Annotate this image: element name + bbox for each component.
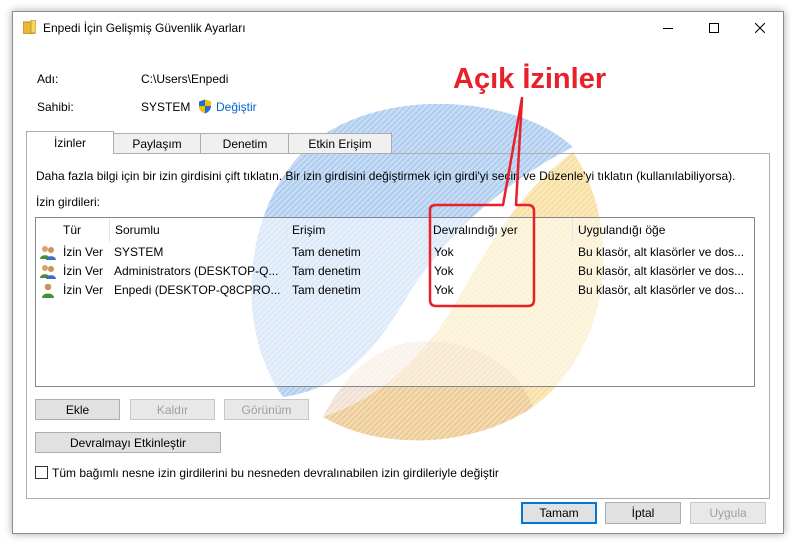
tab-auditing[interactable]: Denetim: [200, 133, 290, 153]
annotation-label: Açık İzinler: [453, 63, 607, 95]
change-owner-link[interactable]: Değiştir: [198, 99, 257, 114]
user-group-icon: [40, 246, 56, 260]
close-icon: [755, 22, 765, 33]
replace-child-permissions-label[interactable]: Tüm bağımlı nesne izin girdilerini bu ne…: [52, 466, 499, 480]
tab-permissions[interactable]: İzinler: [26, 131, 114, 154]
table-row[interactable]: İzin Ver Administrators (DESKTOP-Q... Ta…: [36, 262, 752, 281]
permission-entries-list[interactable]: Tür Sorumlu Erişim Devralındığı yer Uygu…: [35, 217, 755, 387]
inherited-cell: Yok: [434, 264, 454, 278]
principal-cell: SYSTEM: [114, 245, 164, 259]
apply-button[interactable]: Uygula: [690, 502, 766, 524]
principal-cell: Administrators (DESKTOP-Q...: [114, 264, 279, 278]
table-row[interactable]: İzin Ver SYSTEM Tam denetim Yok Bu klasö…: [36, 243, 752, 262]
user-group-icon: [40, 265, 56, 279]
cancel-button[interactable]: İptal: [605, 502, 681, 524]
tab-effective-access[interactable]: Etkin Erişim: [288, 133, 392, 153]
column-header-access[interactable]: Erişim: [287, 218, 428, 242]
table-row[interactable]: İzin Ver Enpedi (DESKTOP-Q8CPRO... Tam d…: [36, 281, 752, 300]
user-icon: [42, 283, 54, 298]
name-label: Adı:: [37, 72, 59, 86]
type-cell: İzin Ver: [63, 283, 104, 297]
view-button[interactable]: Görünüm: [224, 399, 309, 420]
access-cell: Tam denetim: [292, 283, 361, 297]
name-value: C:\Users\Enpedi: [141, 72, 229, 86]
folder-icon: [23, 20, 36, 34]
inherited-cell: Yok: [434, 283, 454, 297]
principal-cell: Enpedi (DESKTOP-Q8CPRO...: [114, 283, 281, 297]
entries-label: İzin girdileri:: [36, 195, 101, 209]
applies-cell: Bu klasör, alt klasörler ve dos...: [578, 245, 745, 259]
remove-button[interactable]: Kaldır: [130, 399, 215, 420]
title-bar[interactable]: Enpedi İçin Gelişmiş Güvenlik Ayarları: [13, 12, 783, 43]
column-header-inherited-from[interactable]: Devralındığı yer: [428, 218, 573, 242]
access-cell: Tam denetim: [292, 245, 361, 259]
minimize-button[interactable]: [645, 12, 691, 43]
description-text: Daha fazla bilgi için bir izin girdisini…: [36, 169, 736, 183]
enable-inheritance-button[interactable]: Devralmayı Etkinleştir: [35, 432, 221, 453]
owner-label: Sahibi:: [37, 100, 74, 114]
change-owner-link-text[interactable]: Değiştir: [216, 100, 257, 114]
tab-sharing[interactable]: Paylaşım: [112, 133, 202, 153]
close-button[interactable]: [737, 12, 783, 43]
owner-value: SYSTEM: [141, 100, 191, 114]
inherited-cell: Yok: [434, 245, 454, 259]
applies-cell: Bu klasör, alt klasörler ve dos...: [578, 283, 745, 297]
column-header-principal[interactable]: Sorumlu: [110, 218, 287, 242]
column-header-type[interactable]: Tür: [58, 218, 110, 242]
column-header-applies-to[interactable]: Uygulandığı öğe: [573, 218, 752, 242]
window-title: Enpedi İçin Gelişmiş Güvenlik Ayarları: [43, 21, 246, 35]
maximize-button[interactable]: [691, 12, 737, 43]
type-cell: İzin Ver: [63, 245, 104, 259]
maximize-icon: [709, 22, 719, 33]
add-button[interactable]: Ekle: [35, 399, 120, 420]
replace-child-permissions-checkbox[interactable]: [35, 466, 48, 479]
ok-button[interactable]: Tamam: [521, 502, 597, 524]
uac-shield-icon: [199, 99, 211, 114]
access-cell: Tam denetim: [292, 264, 361, 278]
applies-cell: Bu klasör, alt klasörler ve dos...: [578, 264, 745, 278]
type-cell: İzin Ver: [63, 264, 104, 278]
minimize-icon: [663, 27, 673, 29]
dialog-window: Enpedi İçin Gelişmiş Güvenlik Ayarları A…: [12, 11, 784, 534]
